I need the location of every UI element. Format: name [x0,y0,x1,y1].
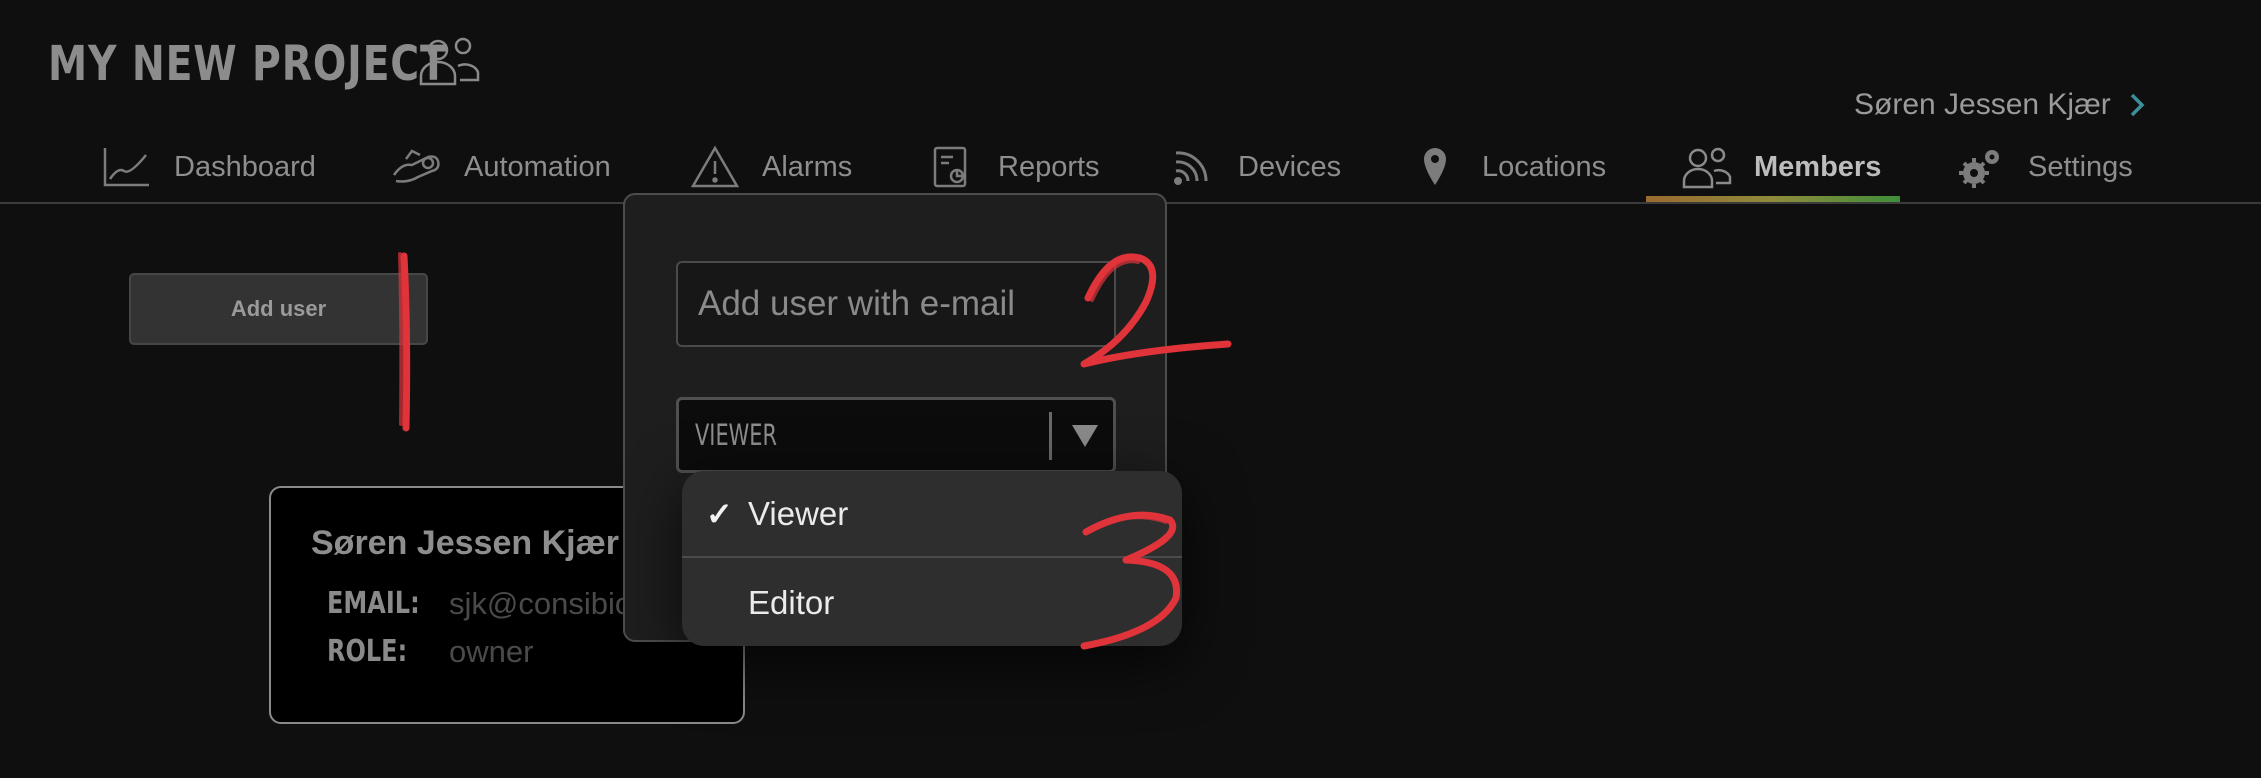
chevron-right-icon [2130,93,2145,117]
warning-triangle-icon [690,145,740,188]
current-user-link[interactable]: Søren Jessen Kjær [1854,88,2147,122]
role-value: owner [449,634,534,669]
nav-item-members[interactable]: Members [1682,130,1881,204]
nav-item-locations[interactable]: Locations [1410,130,1606,204]
map-pin-icon [1424,148,1446,185]
hand-gear-icon [392,149,440,183]
nav-label-members: Members [1754,150,1882,183]
option-label-editor: Editor [748,583,835,621]
gears-icon [1959,150,1999,188]
nav-item-settings[interactable]: Settings [1956,130,2133,204]
select-divider [1049,412,1052,460]
nav-label-alarms: Alarms [762,150,853,183]
report-document-icon [933,146,967,188]
nav-label-devices: Devices [1238,150,1342,183]
chart-line-icon [103,148,149,187]
current-user-name: Søren Jessen Kjær [1854,88,2111,121]
option-label-viewer: Viewer [748,494,849,532]
add-user-button[interactable]: Add user [129,273,428,345]
dropdown-option-viewer[interactable]: ✓ Viewer [682,471,1182,558]
role-select-value: VIEWER [695,418,777,452]
role-label: ROLE: [327,634,408,669]
project-title: MY NEW PROJECT [48,36,448,92]
member-role-row: ROLE: owner [327,634,533,670]
members-icon [1682,147,1732,189]
email-value: sjk@consibio [449,586,633,621]
nav-label-dashboard: Dashboard [174,150,316,183]
email-label: EMAIL: [327,586,420,621]
member-name: Søren Jessen Kjær [311,524,620,562]
role-dropdown-menu: ✓ Viewer Editor [682,471,1182,646]
role-select[interactable]: VIEWER [676,397,1116,473]
project-members-icon[interactable] [418,34,480,86]
member-email-row: EMAIL: sjk@consibio [327,586,632,622]
email-input[interactable] [676,261,1116,347]
triangle-down-icon [1072,425,1098,447]
nav-label-locations: Locations [1482,150,1607,183]
wireless-signal-icon [1174,151,1208,185]
nav-item-dashboard[interactable]: Dashboard [102,130,316,204]
nav-label-settings: Settings [2028,150,2133,183]
checkmark-icon: ✓ [706,495,733,532]
nav-item-automation[interactable]: Automation [392,130,611,204]
dropdown-option-editor[interactable]: Editor [682,559,1182,646]
nav-label-automation: Automation [464,150,611,183]
nav-item-devices[interactable]: Devices [1166,130,1341,204]
nav-label-reports: Reports [998,150,1100,183]
active-tab-indicator [1646,196,1900,202]
